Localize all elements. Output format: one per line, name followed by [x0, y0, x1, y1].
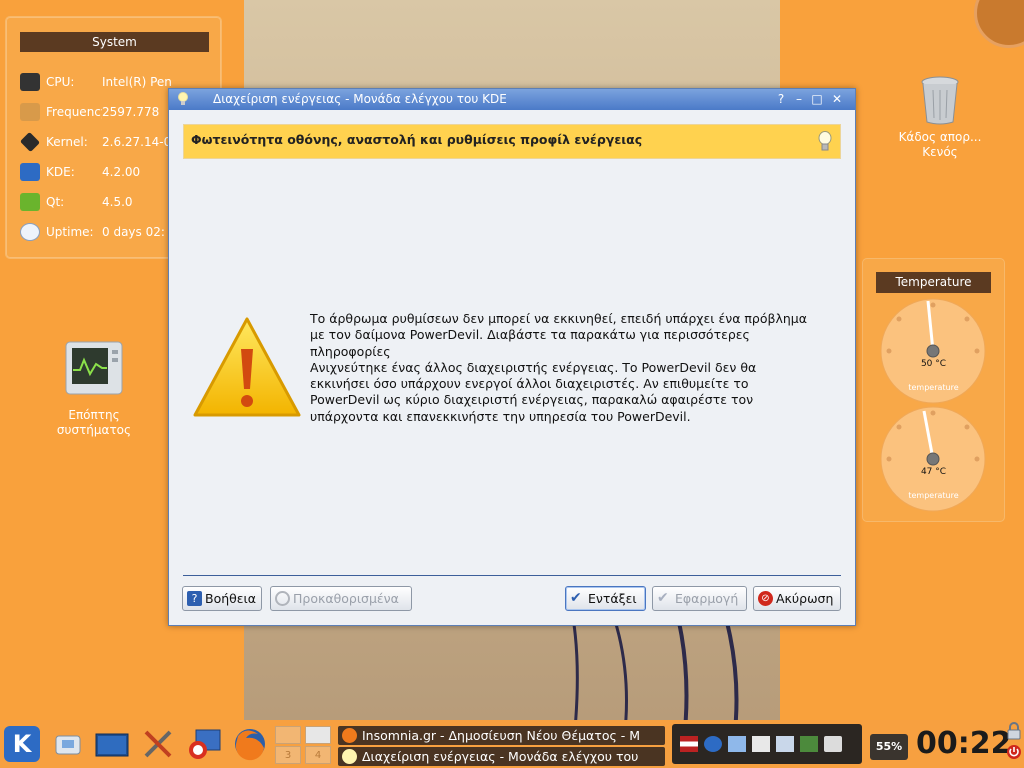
row-label: Kernel:	[46, 135, 88, 149]
temperature-label-2: temperature	[908, 491, 959, 500]
desktop-icon-trash[interactable]: Κάδος απορ... Κενός	[888, 76, 992, 160]
clock-icon	[20, 223, 40, 241]
help-button[interactable]: ? Βοήθεια	[182, 586, 262, 611]
trash-icon	[921, 76, 959, 125]
desktop-icon[interactable]	[94, 726, 130, 762]
row-label: Qt:	[46, 195, 65, 209]
lock-icon[interactable]	[1006, 722, 1022, 740]
message-line: πληροφορίες	[310, 343, 391, 359]
minimize-icon[interactable]: –	[791, 91, 807, 107]
cancel-icon: ⊘	[758, 591, 773, 606]
lightbulb-icon	[178, 92, 188, 105]
close-icon[interactable]: ✕	[829, 91, 845, 107]
apply-button-label: Εφαρμογή	[675, 591, 739, 606]
volume-icon[interactable]	[824, 736, 842, 752]
ok-button-label: Εντάξει	[588, 591, 637, 606]
help-button-label: Βοήθεια	[205, 591, 257, 606]
temperature-label-1: temperature	[908, 383, 959, 392]
module-header: Φωτεινότητα οθόνης, αναστολή και ρυθμίσε…	[183, 124, 841, 159]
trash-label: Κάδος απορ...	[898, 130, 982, 144]
frequency-icon	[20, 103, 40, 121]
cancel-button-label: Ακύρωση	[776, 591, 834, 606]
row-label: KDE:	[46, 165, 75, 179]
row-label: CPU:	[46, 75, 75, 89]
trash-status: Κενός	[922, 145, 958, 159]
row-label: Frequency:	[46, 105, 102, 119]
pager-desktop-3[interactable]: 3	[275, 746, 301, 764]
row-label: Uptime:	[46, 225, 94, 239]
dialog-titlebar[interactable]: Διαχείριση ενέργειας - Μονάδα ελέγχου το…	[169, 89, 855, 110]
battery-percent: 55%	[875, 740, 903, 753]
desktop-icon-system-monitor[interactable]: Επόπτης συστήματος	[48, 340, 140, 438]
message-line: με τον δαίμονα PowerDevil. Διαβάστε τα π…	[310, 327, 750, 343]
system-monitor-icon	[65, 341, 123, 395]
qt-icon	[20, 193, 40, 211]
virtual-desktop-pager: 3 4	[275, 724, 333, 764]
system-tray	[672, 724, 862, 764]
lightbulb-icon	[818, 131, 832, 151]
plasma-toolbox-button[interactable]	[974, 0, 1024, 48]
cpu-icon	[20, 73, 40, 91]
error-message: Το άρθρωμα ρυθμίσεων δεν μπορεί να εκκιν…	[310, 311, 830, 425]
back-arrow-icon[interactable]	[704, 736, 722, 752]
power-icon[interactable]	[1006, 744, 1022, 760]
checkmark-icon: ✔	[657, 590, 669, 606]
help-book-icon: ?	[187, 591, 202, 606]
kde-menu-icon[interactable]: K	[4, 726, 40, 762]
remote-desktop-icon[interactable]	[186, 726, 222, 762]
warning-icon	[193, 317, 301, 417]
temperature-value-2: 47 °C	[920, 467, 947, 477]
checkmark-icon: ✔	[570, 590, 582, 606]
reset-icon	[275, 591, 290, 606]
help-question-icon[interactable]: ?	[773, 91, 789, 107]
system-widget-title: System	[20, 32, 209, 52]
task-power-management-label: Διαχείριση ενέργειας - Μονάδα ελέγχου το…	[362, 749, 639, 764]
firefox-icon[interactable]	[232, 726, 268, 762]
pager-desktop-2[interactable]	[305, 726, 331, 744]
settings-tools-icon[interactable]	[140, 726, 176, 762]
defaults-button-label: Προκαθορισμένα	[293, 591, 399, 606]
network-manager-icon[interactable]	[800, 736, 818, 752]
temperature-widget: Temperature 50 °C temperature 47 °C temp…	[862, 258, 1005, 522]
battery-indicator[interactable]: 55%	[870, 734, 908, 760]
monitor-icon[interactable]	[728, 736, 746, 752]
apply-button[interactable]: ✔ Εφαρμογή	[652, 586, 747, 611]
firefox-icon	[342, 728, 357, 743]
power-management-dialog: Διαχείριση ενέργειας - Μονάδα ελέγχου το…	[168, 88, 856, 626]
task-firefox-label: Insomnia.gr - Δημοσίευση Νέου Θέματος - …	[362, 728, 641, 743]
keyboard-layout-flag-icon[interactable]	[680, 736, 698, 752]
lightbulb-icon	[342, 749, 357, 764]
kernel-icon	[20, 132, 41, 152]
temperature-widget-title: Temperature	[876, 272, 991, 293]
button-separator	[183, 575, 841, 576]
dialog-title: Διαχείριση ενέργειας - Μονάδα ελέγχου το…	[213, 92, 507, 106]
defaults-button[interactable]: Προκαθορισμένα	[270, 586, 412, 611]
temperature-value-1: 50 °C	[920, 359, 947, 369]
clock[interactable]: 00:22	[916, 726, 1012, 761]
window-list-icon[interactable]	[776, 736, 794, 752]
message-line: Το άρθρωμα ρυθμίσεων δεν μπορεί να εκκιν…	[310, 311, 808, 326]
module-header-text: Φωτεινότητα οθόνης, αναστολή και ρυθμίσε…	[191, 132, 643, 147]
kde-icon	[20, 163, 40, 181]
message-line: υπάρχοντα και επανεκκινήστε την υπηρεσία…	[310, 408, 691, 424]
system-monitor-label: Επόπτης συστήματος	[56, 408, 132, 437]
maximize-icon[interactable]: □	[809, 91, 825, 107]
cancel-button[interactable]: ⊘ Ακύρωση	[753, 586, 841, 611]
task-power-management[interactable]: Διαχείριση ενέργειας - Μονάδα ελέγχου το…	[338, 747, 665, 766]
clipboard-icon[interactable]	[752, 736, 770, 752]
message-line: εκκινήσει όσο υπάρχουν ενεργοί άλλοι δια…	[310, 376, 749, 392]
taskbar: K 3 4 Insomnia.gr - Δημοσίευση Νέου Θέμα…	[0, 720, 1024, 768]
message-line: PowerDevil ως κύριο διαχειριστή ενέργεια…	[310, 392, 754, 408]
network-icon[interactable]	[50, 726, 86, 762]
task-firefox[interactable]: Insomnia.gr - Δημοσίευση Νέου Θέματος - …	[338, 726, 665, 745]
pager-desktop-4[interactable]: 4	[305, 746, 331, 764]
pager-desktop-1[interactable]	[275, 726, 301, 744]
ok-button[interactable]: ✔ Εντάξει	[565, 586, 646, 611]
message-line: Ανιχνεύτηκε ένας άλλος διαχειριστής ενέρ…	[310, 359, 757, 375]
